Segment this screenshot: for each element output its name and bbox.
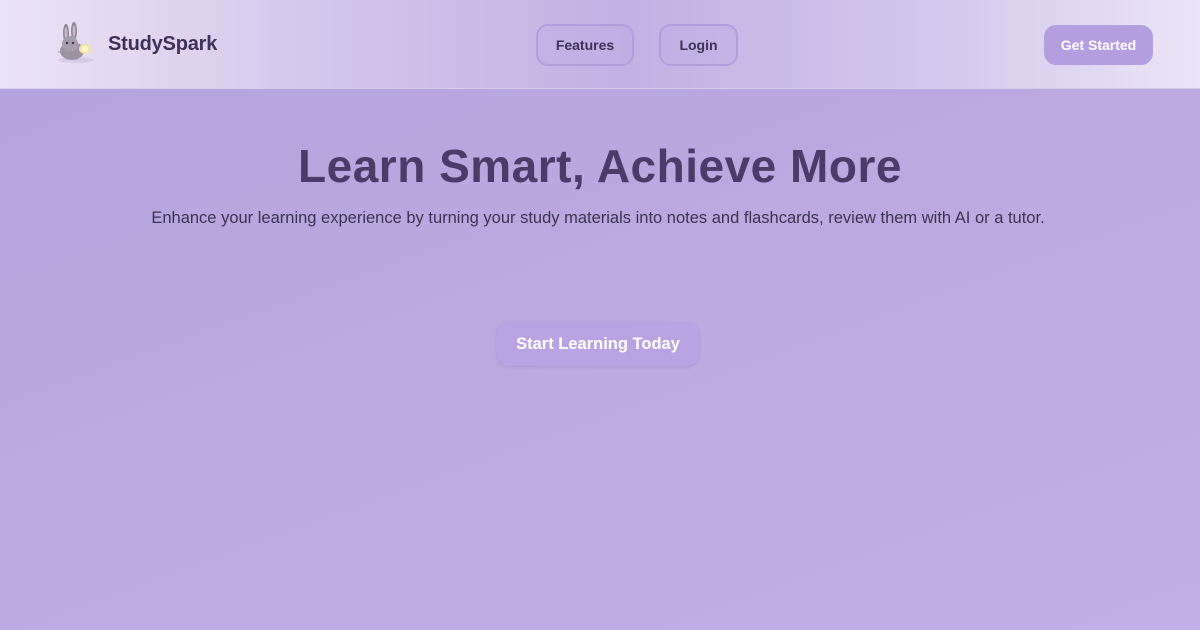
get-started-button[interactable]: Get Started — [1044, 25, 1153, 65]
brand-name: StudySpark — [108, 32, 218, 55]
start-learning-button[interactable]: Start Learning Today — [497, 322, 699, 366]
hero-subtitle: Enhance your learning experience by turn… — [151, 209, 1045, 227]
bunny-mascot-icon — [58, 22, 94, 63]
top-navbar: StudySpark Features Login Get Started — [0, 0, 1200, 89]
hero-title: Learn Smart, Achieve More — [298, 140, 902, 192]
brand[interactable]: StudySpark — [54, 22, 217, 66]
features-button[interactable]: Features — [536, 24, 634, 66]
login-button[interactable]: Login — [659, 24, 738, 66]
